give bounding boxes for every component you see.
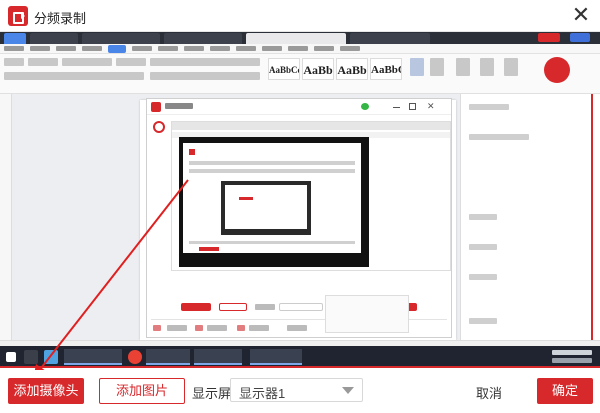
app-logo-icon [8, 6, 28, 26]
os-taskbar [0, 346, 600, 366]
taskbar-window [64, 349, 122, 365]
chrome-icon [128, 350, 142, 364]
windows-start-icon [6, 352, 16, 362]
close-icon[interactable]: ✕ [570, 4, 592, 26]
nested-screen-capture [179, 137, 369, 267]
nested-outline-button [219, 303, 247, 311]
recorder-logo-icon [151, 102, 161, 112]
nested-panel [325, 295, 409, 333]
style-preview: AaBb [302, 58, 334, 80]
right-panel [460, 94, 600, 340]
nested-red-button [181, 303, 211, 311]
left-ruler [0, 94, 12, 340]
task-view-icon [24, 350, 38, 364]
wechat-icon [361, 103, 369, 110]
browser-tab-strip [0, 32, 600, 44]
window-title: 分频录制 [34, 11, 87, 26]
recording-indicator-icon [544, 57, 570, 83]
title-bar: 分频录制 ✕ [0, 0, 600, 32]
cancel-button[interactable]: 取消 [476, 383, 502, 402]
chevron-down-icon [342, 387, 354, 394]
screen-select-value: 显示器1 [239, 386, 286, 401]
taskbar-window [250, 349, 302, 365]
app-icon [44, 350, 58, 364]
ok-button[interactable]: 确定 [537, 378, 593, 404]
wps-ribbon: AaBbCcDd AaBb AaBb AaBbC [0, 54, 600, 94]
bottom-toolbar: 添加摄像头 添加图片 显示屏: 显示器1 取消 确定 [0, 370, 600, 413]
style-preview: AaBbCcDd [268, 58, 300, 80]
wps-menu-bar [0, 44, 600, 54]
style-preview: AaBbC [370, 58, 402, 80]
screen-preview: AaBbCcDd AaBb AaBb AaBbC ✕ [0, 32, 600, 368]
wps-user-badge [538, 33, 560, 42]
record-play-icon [153, 121, 165, 133]
style-preview: AaBb [336, 58, 368, 80]
taskbar-window [146, 349, 190, 365]
add-image-button[interactable]: 添加图片 [99, 378, 185, 404]
clock-time [552, 350, 592, 355]
add-camera-button[interactable]: 添加摄像头 [8, 378, 84, 404]
screen-select[interactable]: 显示器1 [230, 378, 363, 402]
screen-label: 显示屏: [192, 386, 235, 401]
wps-share-button [570, 33, 590, 42]
clock-date [552, 358, 592, 363]
nested-recorder-window: ✕ [146, 98, 452, 338]
taskbar-window [194, 349, 242, 365]
